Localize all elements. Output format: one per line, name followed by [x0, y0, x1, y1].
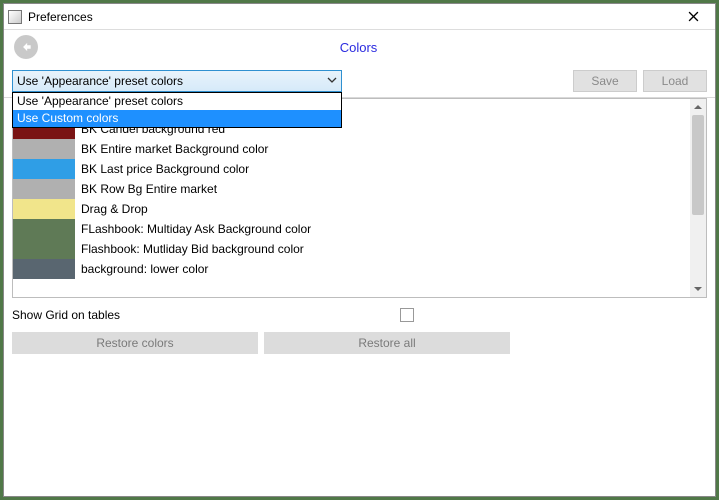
save-button[interactable]: Save [573, 70, 637, 92]
scroll-track[interactable] [690, 115, 706, 281]
option-custom-colors[interactable]: Use Custom colors [13, 110, 341, 127]
show-grid-row: Show Grid on tables [12, 304, 707, 326]
color-swatch [13, 239, 75, 259]
select-display[interactable]: Use 'Appearance' preset colors [12, 70, 342, 92]
chevron-up-icon [693, 102, 703, 112]
chevron-down-icon [326, 74, 338, 89]
color-list: BK Candel background green BK Candel bac… [13, 99, 690, 297]
color-mode-select[interactable]: Use 'Appearance' preset colors Use 'Appe… [12, 70, 342, 92]
color-row[interactable]: FLashbook: Multiday Ask Background color [13, 219, 690, 239]
color-row[interactable]: Flashbook: Mutliday Bid background color [13, 239, 690, 259]
titlebar: Preferences [4, 4, 715, 30]
color-swatch [13, 199, 75, 219]
color-label: Drag & Drop [75, 202, 148, 216]
color-swatch [13, 259, 75, 279]
restore-all-button[interactable]: Restore all [264, 332, 510, 354]
color-label: BK Last price Background color [75, 162, 249, 176]
color-row[interactable]: BK Last price Background color [13, 159, 690, 179]
show-grid-label: Show Grid on tables [12, 308, 120, 322]
color-label: Flashbook: Mutliday Bid background color [75, 242, 304, 256]
color-row[interactable]: BK Row Bg Entire market [13, 179, 690, 199]
app-icon [8, 10, 22, 24]
scroll-thumb[interactable] [692, 115, 704, 215]
select-dropdown: Use 'Appearance' preset colors Use Custo… [12, 92, 342, 128]
color-swatch [13, 219, 75, 239]
show-grid-checkbox[interactable] [400, 308, 414, 322]
window-title: Preferences [28, 10, 93, 24]
color-row[interactable]: BK Entire market Background color [13, 139, 690, 159]
color-label: FLashbook: Multiday Ask Background color [75, 222, 311, 236]
color-label: BK Entire market Background color [75, 142, 268, 156]
color-row[interactable]: Drag & Drop [13, 199, 690, 219]
select-value: Use 'Appearance' preset colors [17, 74, 183, 88]
color-list-panel: BK Candel background green BK Candel bac… [12, 98, 707, 298]
page-title: Colors [12, 40, 705, 55]
main-area: BK Candel background green BK Candel bac… [4, 98, 715, 496]
option-label: Use Custom colors [17, 111, 118, 125]
color-label: background: lower color [75, 262, 208, 276]
close-button[interactable] [675, 4, 711, 30]
toolbar: Use 'Appearance' preset colors Use 'Appe… [4, 64, 715, 98]
scroll-down-button[interactable] [690, 281, 706, 297]
chevron-down-icon [693, 284, 703, 294]
option-label: Use 'Appearance' preset colors [17, 94, 183, 108]
color-label: BK Row Bg Entire market [75, 182, 217, 196]
load-button[interactable]: Load [643, 70, 707, 92]
header: Colors [4, 30, 715, 64]
close-icon [688, 11, 699, 22]
color-swatch [13, 139, 75, 159]
color-row[interactable]: background: lower color [13, 259, 690, 279]
button-row: Restore colors Restore all [12, 332, 707, 354]
scroll-up-button[interactable] [690, 99, 706, 115]
option-appearance-preset[interactable]: Use 'Appearance' preset colors [13, 93, 341, 110]
preferences-window: Preferences Colors Use 'Appearance' pres… [3, 3, 716, 497]
color-swatch [13, 159, 75, 179]
scrollbar[interactable] [690, 99, 706, 297]
restore-colors-button[interactable]: Restore colors [12, 332, 258, 354]
color-swatch [13, 179, 75, 199]
